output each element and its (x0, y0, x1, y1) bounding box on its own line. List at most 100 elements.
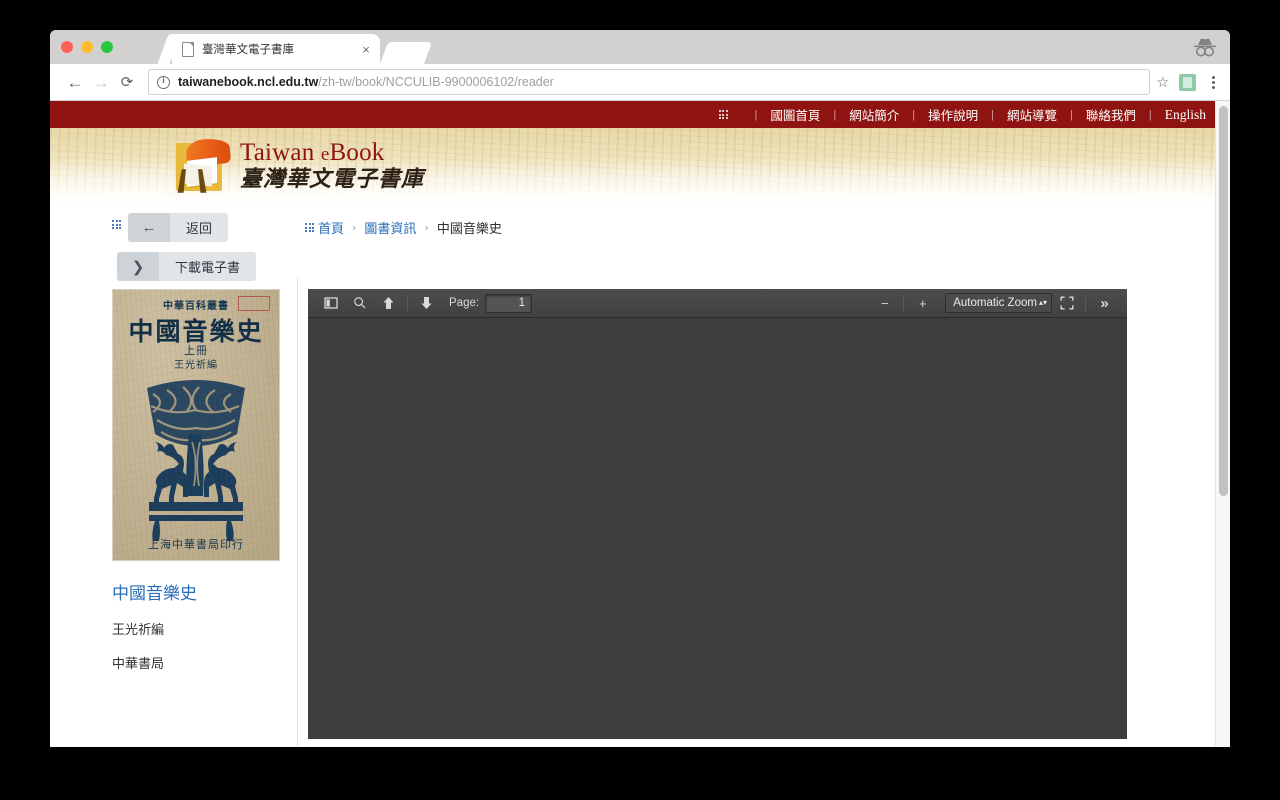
extension-icon[interactable] (1179, 73, 1196, 91)
nav-link-sitemap[interactable]: 網站導覽 (1007, 105, 1057, 124)
logo-word-e: e (320, 143, 330, 165)
nav-link-about[interactable]: 網站簡介 (849, 105, 899, 124)
book-info-panel: 中華百科叢書 中國音樂史 上冊 王光祈編 上海中華書局印行 中國音樂史 王光祈編… (112, 289, 292, 672)
url-path: /zh-tw/book/NCCULIB-9900006102/reader (318, 75, 554, 89)
pdf-page-canvas[interactable] (308, 318, 1127, 739)
forward-navigation-button[interactable]: → (88, 69, 114, 95)
close-window-button[interactable] (61, 41, 73, 53)
cover-publisher-text: 上海中華書局印行 (148, 538, 244, 551)
cover-volume-text: 上冊 (184, 344, 208, 357)
find-button[interactable] (345, 292, 374, 315)
toolbar-divider (1085, 294, 1086, 312)
site-logo[interactable]: Taiwan eBook 臺灣華文電子書庫 (174, 136, 424, 195)
zoom-out-button[interactable]: − (870, 292, 899, 315)
logo-text: Taiwan eBook 臺灣華文電子書庫 (240, 140, 424, 192)
browser-tab-strip: 臺灣華文電子書庫 × (50, 30, 1230, 64)
toolbar-divider (407, 294, 408, 312)
chevron-updown-icon: ▴▾ (1038, 298, 1047, 307)
tab-title: 臺灣華文電子書庫 (202, 42, 294, 56)
new-tab-button[interactable] (379, 42, 433, 64)
page-number-input[interactable]: 1 (485, 293, 533, 313)
page-content: | 國圖首頁 | 網站簡介 | 操作說明 | 網站導覽 | 聯絡我們 | Eng… (50, 101, 1230, 746)
url-text: taiwanebook.ncl.edu.tw/zh-tw/book/NCCULI… (178, 75, 554, 89)
cover-author-text: 王光祈編 (174, 360, 218, 371)
book-author: 王光祈編 (112, 623, 165, 638)
browser-toolbar: ← → ⟳ taiwanebook.ncl.edu.tw/zh-tw/book/… (50, 64, 1230, 101)
more-tools-button[interactable]: » (1090, 292, 1119, 315)
nav-separator: | (1148, 108, 1152, 121)
nav-separator: | (991, 108, 994, 121)
search-icon (353, 297, 365, 309)
book-cover-image: 中華百科叢書 中國音樂史 上冊 王光祈編 上海中華書局印行 (112, 289, 280, 561)
logo-text-en: Taiwan eBook (240, 140, 424, 165)
reload-icon[interactable]: ⟳ (114, 69, 140, 95)
site-banner: Taiwan eBook 臺灣華文電子書庫 查詢全部範圍 進階檢索 (50, 128, 1230, 211)
page-scrollbar-thumb[interactable] (1219, 106, 1228, 496)
zoom-level-select[interactable]: Automatic Zoom ▴▾ (945, 293, 1052, 313)
main-area: 中華百科叢書 中國音樂史 上冊 王光祈編 上海中華書局印行 中國音樂史 王光祈編… (50, 277, 1230, 746)
page-number-label: Page: (449, 297, 480, 309)
logo-word-taiwan: Taiwan (240, 138, 315, 166)
breadcrumb-item-current: 中國音樂史 (436, 222, 502, 237)
breadcrumb-separator: › (352, 221, 357, 234)
sidebar-toggle-icon (323, 297, 338, 309)
incognito-icon (1194, 38, 1216, 57)
nav-link-english[interactable]: English (1165, 107, 1206, 123)
logo-text-zh: 臺灣華文電子書庫 (240, 166, 425, 192)
page-scrollbar[interactable] (1215, 101, 1230, 746)
cover-stamp (238, 296, 270, 311)
browser-window: 臺灣華文電子書庫 × ← → ⟳ taiwanebook.ncl.edu.tw/… (50, 30, 1230, 747)
cover-title-text: 中國音樂史 (128, 317, 264, 346)
zoom-level-value: Automatic Zoom (953, 297, 1037, 309)
pdf-toolbar: Page: 1 − + Automatic Zoom ▴▾ » (308, 289, 1127, 318)
arrow-up-icon (383, 297, 394, 309)
breadcrumb: 首頁 › 圖書資訊 › 中國音樂史 (305, 218, 502, 237)
breadcrumb-separator: › (424, 221, 429, 234)
back-navigation-button[interactable]: ← (62, 69, 88, 95)
next-page-button[interactable] (412, 292, 441, 315)
zoom-in-button[interactable]: + (908, 292, 937, 315)
arrow-down-icon (421, 297, 432, 309)
site-top-nav: | 國圖首頁 | 網站簡介 | 操作說明 | 網站導覽 | 聯絡我們 | Eng… (50, 101, 1230, 128)
nav-link-help[interactable]: 操作說明 (928, 105, 978, 124)
nav-separator: | (754, 108, 758, 121)
maximize-window-button[interactable] (101, 41, 113, 53)
chevron-right-icon: ❯ (117, 252, 159, 281)
previous-page-button[interactable] (374, 292, 403, 315)
download-ebook-label: 下載電子書 (175, 261, 241, 276)
logo-word-book: Book (329, 138, 385, 166)
back-button[interactable]: ← 返回 (128, 213, 229, 242)
action-row: ← 返回 ❯ 下載電子書 首頁 › 圖書資訊 › 中國音樂史 (50, 211, 1230, 289)
sidebar-toggle-button[interactable] (316, 292, 345, 315)
download-ebook-button[interactable]: ❯ 下載電子書 (117, 252, 257, 281)
nav-separator: | (912, 108, 916, 121)
presentation-mode-button[interactable] (1052, 292, 1081, 315)
site-info-icon[interactable] (157, 75, 170, 89)
cover-series-text: 中華百科叢書 (163, 301, 229, 312)
toolbar-divider (903, 294, 905, 312)
kebab-menu-icon[interactable] (1206, 75, 1220, 89)
fullscreen-icon (1060, 296, 1073, 310)
pdf-viewer: Page: 1 − + Automatic Zoom ▴▾ » (308, 289, 1127, 739)
book-publisher: 中華書局 (112, 657, 165, 672)
nav-separator: | (1070, 108, 1073, 121)
grip-dots-icon (718, 110, 728, 119)
panel-divider (297, 277, 298, 746)
toolbar-right-group: » (1052, 292, 1119, 315)
browser-tab-active[interactable]: 臺灣華文電子書庫 × (172, 34, 380, 64)
bookmark-star-icon[interactable]: ☆ (1156, 74, 1169, 91)
address-bar[interactable]: taiwanebook.ncl.edu.tw/zh-tw/book/NCCULI… (148, 69, 1151, 95)
breadcrumb-item-bookinfo[interactable]: 圖書資訊 (364, 218, 416, 237)
book-flame-logo-icon (174, 136, 232, 195)
grip-dots-icon (305, 223, 314, 232)
minimize-window-button[interactable] (81, 41, 93, 53)
nav-link-ncl-home[interactable]: 國圖首頁 (770, 105, 820, 124)
arrow-left-icon: ← (128, 213, 170, 242)
nav-link-contact[interactable]: 聯絡我們 (1086, 105, 1136, 124)
breadcrumb-item-home[interactable]: 首頁 (318, 218, 344, 237)
nav-separator: | (833, 108, 837, 121)
tree-and-deer-emblem-icon (147, 380, 245, 541)
grip-dots-icon (112, 220, 121, 229)
book-title-link[interactable]: 中國音樂史 (112, 579, 292, 604)
close-tab-button[interactable]: × (358, 43, 374, 56)
